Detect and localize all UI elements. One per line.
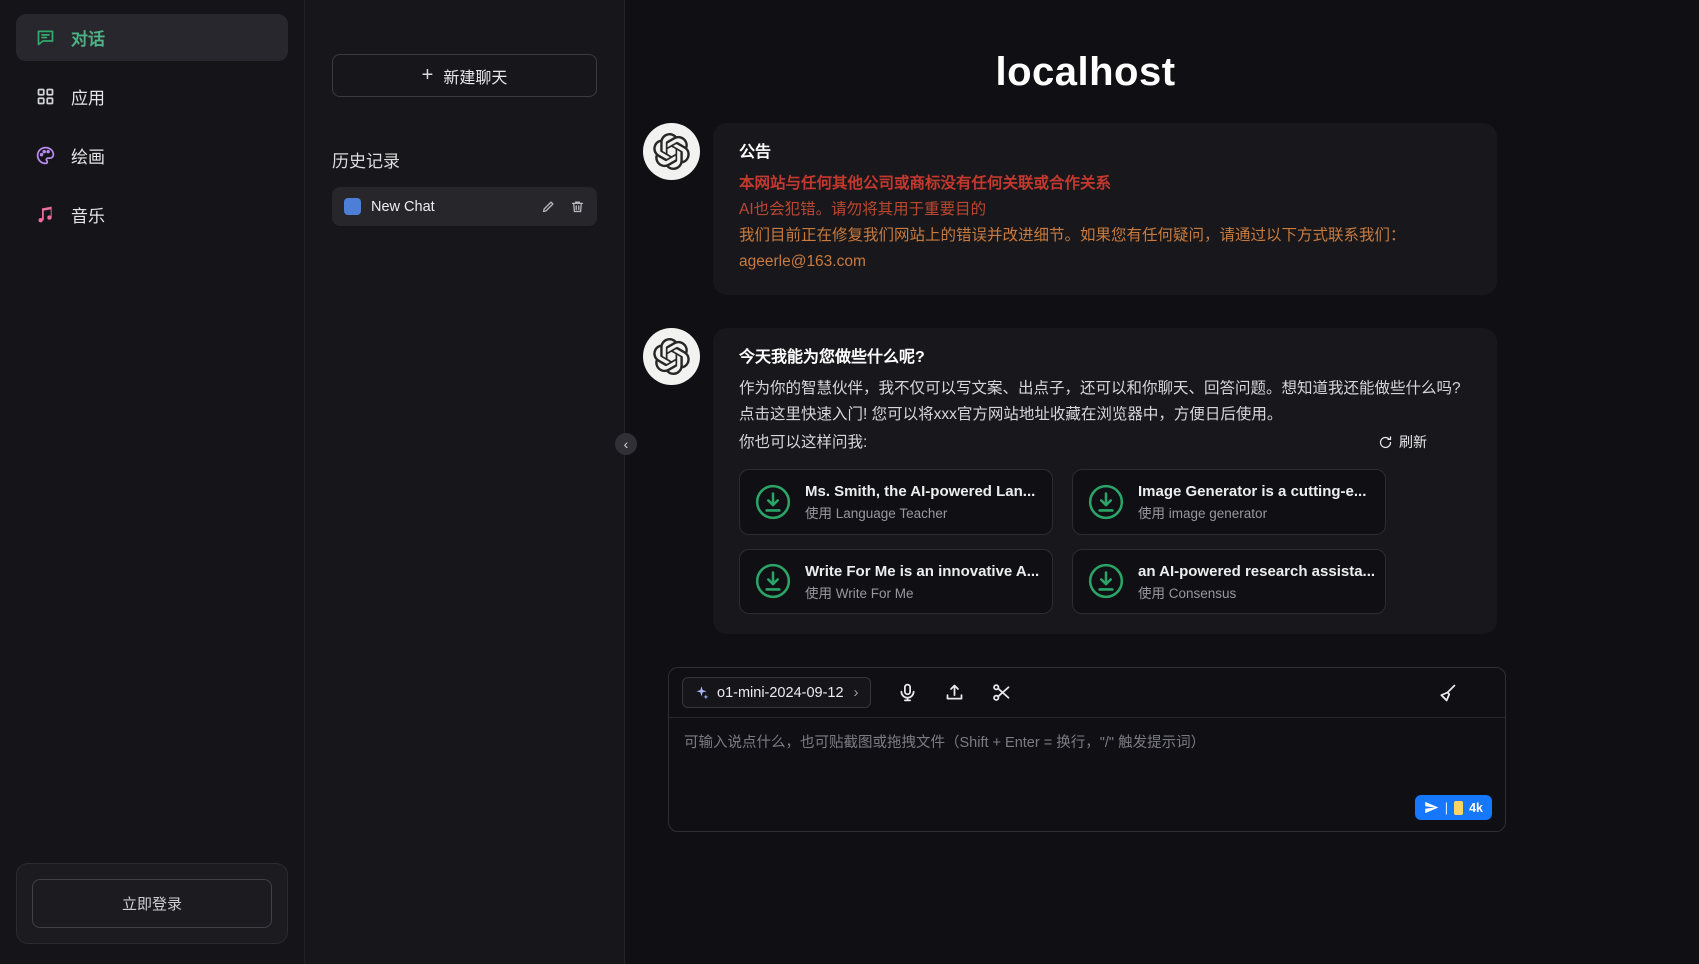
announcement-line3: 我们目前正在修复我们网站上的错误并改进细节。如果您有任何疑问，请通过以下方式联系…	[739, 223, 1471, 249]
composer-toolbar: o1-mini-2024-09-12 ›	[669, 668, 1505, 718]
new-chat-label: 新建聊天	[443, 64, 507, 88]
token-count: 4k	[1469, 801, 1483, 815]
plus-icon: +	[422, 64, 434, 87]
sidebar-item-label: 音乐	[71, 202, 105, 227]
suggestion-subtitle: 使用 Language Teacher	[805, 505, 1035, 523]
sidebar: 对话 应用 绘画 音乐 立即登录	[0, 0, 305, 964]
scissors-icon[interactable]	[991, 682, 1012, 703]
app-window: 对话 应用 绘画 音乐 立即登录 + 新建聊天 历	[0, 0, 1699, 964]
suggestion-subtitle: 使用 image generator	[1138, 505, 1366, 523]
new-chat-button[interactable]: + 新建聊天	[332, 54, 597, 97]
model-name: o1-mini-2024-09-12	[717, 685, 844, 701]
microphone-icon[interactable]	[897, 682, 918, 703]
assistant-message-welcome: 今天我能为您做些什么呢? 作为你的智慧伙伴，我不仅可以写文案、出点子，还可以和你…	[643, 328, 1528, 634]
welcome-bubble: 今天我能为您做些什么呢? 作为你的智慧伙伴，我不仅可以写文案、出点子，还可以和你…	[713, 328, 1497, 634]
apps-grid-icon	[35, 86, 56, 107]
sidebar-item-apps[interactable]: 应用	[16, 73, 288, 120]
send-button[interactable]: | 4k	[1415, 795, 1492, 820]
welcome-body: 作为你的智慧伙伴，我不仅可以写文案、出点子，还可以和你聊天、回答问题。想知道我还…	[739, 376, 1471, 428]
edit-pencil-icon[interactable]	[541, 199, 556, 214]
suggestion-subtitle: 使用 Consensus	[1138, 585, 1375, 603]
announcement-title: 公告	[739, 140, 1471, 167]
suggestion-subtitle: 使用 Write For Me	[805, 585, 1039, 603]
ask-hint: 你也可以这样问我:	[739, 430, 867, 456]
suggestion-title: an AI-powered research assista...	[1138, 561, 1375, 582]
clear-context-broom-icon[interactable]	[1437, 682, 1458, 703]
token-battery-icon	[1454, 801, 1463, 815]
suggestion-card[interactable]: Image Generator is a cutting-e... 使用 ima…	[1072, 469, 1386, 535]
refresh-label: 刷新	[1399, 431, 1427, 455]
history-title: 历史记录	[332, 147, 597, 172]
chat-main: localhost 公告 本网站与任何其他公司或商标没有任何关联或合作关系 AI…	[625, 0, 1699, 964]
sidebar-item-music[interactable]: 音乐	[16, 191, 288, 238]
model-selector[interactable]: o1-mini-2024-09-12 ›	[682, 677, 871, 708]
install-circle-arrow-icon	[1087, 562, 1125, 600]
suggestion-title: Write For Me is an innovative A...	[805, 561, 1039, 582]
suggestion-grid: Ms. Smith, the AI-powered Lan... 使用 Lang…	[739, 469, 1471, 614]
assistant-message-announcement: 公告 本网站与任何其他公司或商标没有任何关联或合作关系 AI也会犯错。请勿将其用…	[643, 123, 1528, 295]
refresh-icon	[1378, 435, 1393, 450]
palette-icon	[35, 145, 56, 166]
collapse-sidebar-button[interactable]: ‹	[615, 433, 637, 455]
chat-item-title: New Chat	[371, 199, 527, 215]
contact-email-link[interactable]: ageerle@163.com	[739, 249, 866, 275]
chevron-right-icon: ›	[854, 684, 859, 701]
delete-trash-icon[interactable]	[570, 199, 585, 214]
page-title: localhost	[643, 50, 1528, 95]
chevron-left-icon: ‹	[624, 436, 629, 452]
sidebar-item-label: 绘画	[71, 143, 105, 168]
suggestion-card[interactable]: an AI-powered research assista... 使用 Con…	[1072, 549, 1386, 615]
chat-item-icon	[344, 198, 361, 215]
sidebar-item-drawing[interactable]: 绘画	[16, 132, 288, 179]
badge-separator: |	[1445, 800, 1448, 815]
suggestion-title: Image Generator is a cutting-e...	[1138, 481, 1366, 502]
login-panel: 立即登录	[16, 863, 288, 944]
announcement-line2: AI也会犯错。请勿将其用于重要目的	[739, 197, 1471, 223]
send-plane-icon	[1424, 800, 1439, 815]
sidebar-item-label: 应用	[71, 84, 105, 109]
suggestion-card[interactable]: Write For Me is an innovative A... 使用 Wr…	[739, 549, 1053, 615]
music-note-icon	[35, 204, 56, 225]
message-input[interactable]	[684, 731, 1490, 795]
refresh-suggestions-button[interactable]: 刷新	[1378, 431, 1427, 455]
announcement-bubble: 公告 本网站与任何其他公司或商标没有任何关联或合作关系 AI也会犯错。请勿将其用…	[713, 123, 1497, 295]
sparkle-icon	[694, 685, 709, 700]
openai-logo-avatar	[643, 328, 700, 385]
chat-list-panel: + 新建聊天 历史记录 New Chat	[305, 0, 625, 964]
composer: o1-mini-2024-09-12 ›	[668, 667, 1506, 832]
message-list: 公告 本网站与任何其他公司或商标没有任何关联或合作关系 AI也会犯错。请勿将其用…	[643, 123, 1528, 634]
install-circle-arrow-icon	[754, 562, 792, 600]
sidebar-item-chat[interactable]: 对话	[16, 14, 288, 61]
announcement-line1: 本网站与任何其他公司或商标没有任何关联或合作关系	[739, 171, 1471, 197]
upload-icon[interactable]	[944, 682, 965, 703]
chat-icon	[35, 27, 56, 48]
install-circle-arrow-icon	[1087, 483, 1125, 521]
suggestion-title: Ms. Smith, the AI-powered Lan...	[805, 481, 1035, 502]
login-button[interactable]: 立即登录	[32, 879, 272, 928]
welcome-title: 今天我能为您做些什么呢?	[739, 345, 1471, 372]
chat-history-item[interactable]: New Chat	[332, 187, 597, 226]
composer-body: | 4k	[669, 718, 1505, 831]
install-circle-arrow-icon	[754, 483, 792, 521]
suggestion-card[interactable]: Ms. Smith, the AI-powered Lan... 使用 Lang…	[739, 469, 1053, 535]
sidebar-item-label: 对话	[71, 25, 105, 50]
openai-logo-avatar	[643, 123, 700, 180]
